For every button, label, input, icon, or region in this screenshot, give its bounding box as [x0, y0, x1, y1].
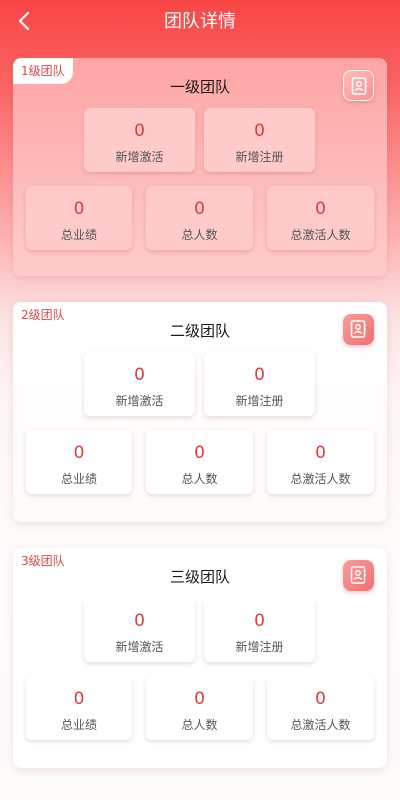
stat-total-members[interactable]: 0 总人数: [146, 186, 253, 250]
stat-label: 新增注册: [235, 150, 284, 164]
stat-label: 总业绩: [60, 472, 97, 486]
stat-value: 0: [134, 365, 145, 385]
team-contacts-button[interactable]: [343, 70, 374, 101]
stat-value: 0: [254, 611, 265, 631]
stat-label: 总激活人数: [290, 718, 351, 732]
app-header: 团队详情: [0, 0, 400, 44]
stat-value: 0: [194, 199, 205, 219]
stat-value: 0: [254, 121, 265, 141]
stat-value: 0: [254, 365, 265, 385]
stat-total-active-members[interactable]: 0 总激活人数: [267, 430, 374, 494]
stat-total-members[interactable]: 0 总人数: [146, 430, 253, 494]
contact-card-icon: [350, 566, 366, 584]
stat-label: 总人数: [181, 718, 218, 732]
stat-total-performance[interactable]: 0 总业绩: [26, 430, 132, 494]
stat-label: 总激活人数: [290, 472, 351, 486]
stat-total-performance[interactable]: 0 总业绩: [26, 186, 132, 250]
team-contacts-button[interactable]: [343, 314, 374, 345]
stat-label: 新增注册: [235, 640, 284, 654]
stat-value: 0: [315, 443, 326, 463]
team-title: 一级团队: [169, 78, 230, 96]
team-card-level-2: 2级团队 二级团队 0 新增激活 0 新增注册 0 总业绩 0 总人数 0 总激…: [13, 302, 387, 522]
stat-total-active-members[interactable]: 0 总激活人数: [267, 676, 374, 740]
stat-new-activations[interactable]: 0 新增激活: [84, 108, 195, 172]
contact-card-icon: [350, 320, 366, 338]
stat-new-registrations[interactable]: 0 新增注册: [204, 108, 315, 172]
stat-new-registrations[interactable]: 0 新增注册: [204, 598, 315, 662]
stat-new-activations[interactable]: 0 新增激活: [84, 352, 195, 416]
stat-value: 0: [194, 689, 205, 709]
stat-value: 0: [73, 199, 85, 219]
team-card-level-1: 1级团队 一级团队 0 新增激活 0 新增注册 0 总业绩 0 总人数 0 总激…: [13, 58, 387, 276]
contact-card-icon: [351, 77, 367, 95]
team-contacts-button[interactable]: [343, 560, 374, 591]
stat-value: 0: [134, 121, 145, 141]
stat-total-members[interactable]: 0 总人数: [146, 676, 253, 740]
stat-label: 总业绩: [60, 228, 97, 242]
stat-total-performance[interactable]: 0 总业绩: [26, 676, 132, 740]
team-title: 三级团队: [169, 568, 230, 586]
stat-total-active-members[interactable]: 0 总激活人数: [267, 186, 374, 250]
stat-value: 0: [315, 199, 326, 219]
stat-label: 新增注册: [235, 394, 284, 408]
stat-label: 总业绩: [60, 718, 97, 732]
stat-label: 总人数: [181, 228, 218, 242]
team-card-level-3: 3级团队 三级团队 0 新增激活 0 新增注册 0 总业绩 0 总人数 0 总激…: [13, 548, 387, 768]
stat-label: 新增激活: [115, 640, 164, 654]
stat-value: 0: [194, 443, 205, 463]
stat-label: 总人数: [181, 472, 218, 486]
stat-label: 新增激活: [115, 394, 164, 408]
stat-label: 新增激活: [115, 150, 164, 164]
team-title: 二级团队: [169, 322, 230, 340]
stat-value: 0: [315, 689, 326, 709]
stat-new-activations[interactable]: 0 新增激活: [84, 598, 195, 662]
stat-value: 0: [134, 611, 145, 631]
stat-value: 0: [73, 689, 85, 709]
stat-value: 0: [73, 443, 85, 463]
stat-new-registrations[interactable]: 0 新增注册: [204, 352, 315, 416]
page-title: 团队详情: [164, 11, 236, 32]
stat-label: 总激活人数: [290, 228, 351, 242]
